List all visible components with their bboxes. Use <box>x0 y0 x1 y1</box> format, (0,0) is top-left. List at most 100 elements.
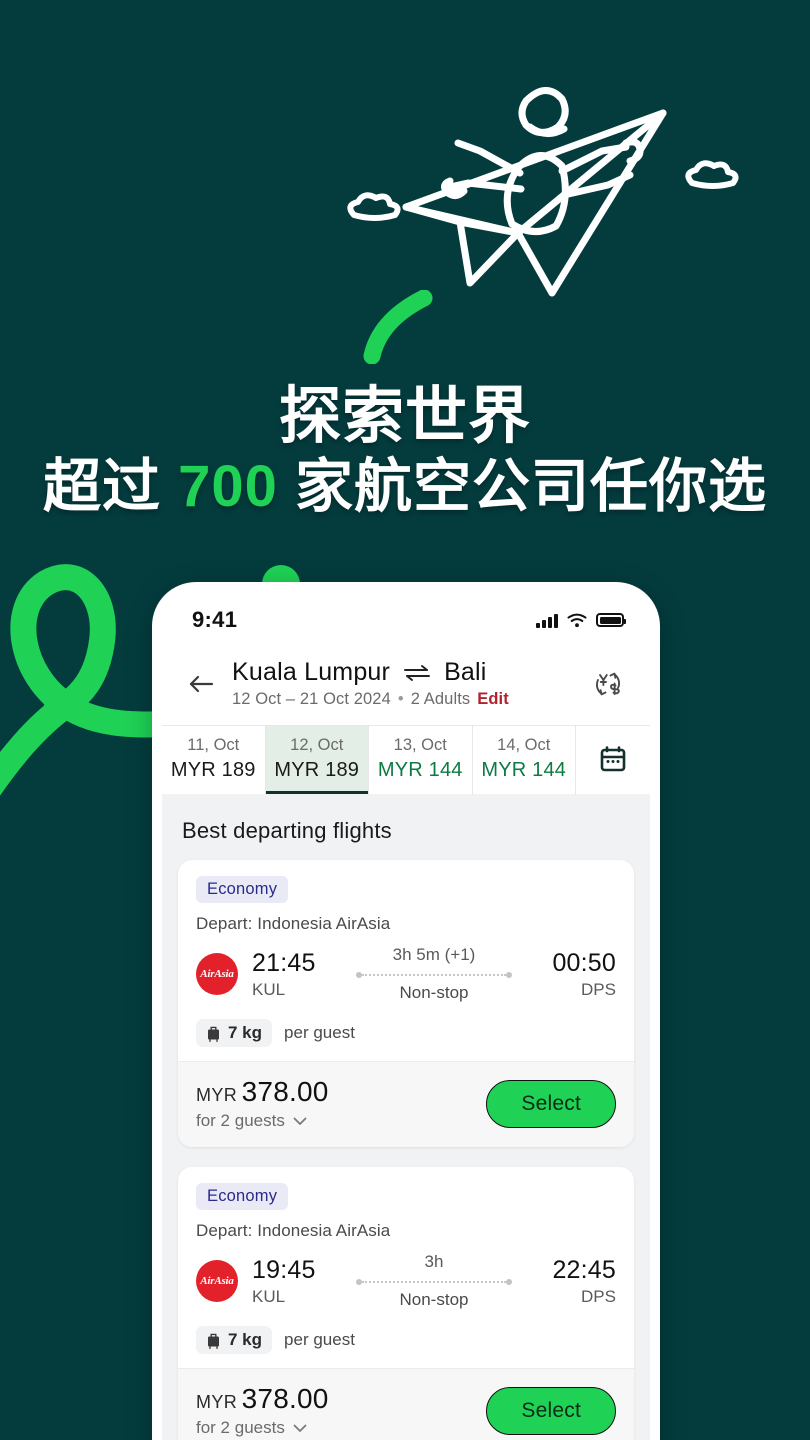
flight-card[interactable]: Economy Depart: Indonesia AirAsia AirAsi… <box>178 1167 634 1440</box>
price-currency: MYR <box>196 1085 238 1105</box>
price-note-row[interactable]: for 2 guests <box>196 1418 329 1438</box>
date-cell-2[interactable]: 13, Oct MYR 144 <box>369 726 473 794</box>
arrival-airport-code: DPS <box>581 979 616 999</box>
airasia-logo: AirAsia <box>196 953 238 995</box>
swap-arrows-icon[interactable] <box>403 664 431 682</box>
paper-plane-illustration <box>347 87 739 297</box>
baggage-chip: 7 kg <box>196 1326 273 1354</box>
cellular-signal-icon <box>536 613 558 628</box>
arrival-time: 00:50 <box>552 948 616 977</box>
section-title: Best departing flights <box>182 818 392 843</box>
wifi-icon <box>567 613 587 627</box>
flight-card-footer: MYR 378.00 for 2 guests Select <box>178 1061 634 1147</box>
cabin-class-badge: Economy <box>196 1183 289 1210</box>
track-line <box>362 974 506 976</box>
date-cell-day: 13, Oct <box>393 736 447 754</box>
headline-prefix: 超过 <box>42 454 179 520</box>
date-cell-price: MYR 189 <box>170 759 256 781</box>
luggage-icon <box>208 1026 219 1042</box>
route-separator: • <box>397 690 404 708</box>
departure-airport-code: KUL <box>252 979 286 999</box>
status-bar: 9:41 <box>162 592 650 648</box>
departure-airport-code: KUL <box>252 1286 286 1306</box>
date-cell-day: 11, Oct <box>187 736 240 754</box>
track-line <box>362 1281 506 1283</box>
route-origin: Kuala Lumpur <box>232 658 391 686</box>
departure-time: 21:45 <box>252 948 316 977</box>
price-note: for 2 guests <box>196 1111 285 1130</box>
currency-exchange-icon[interactable] <box>588 664 628 704</box>
departure-time: 19:45 <box>252 1255 316 1284</box>
phone-mockup: 9:41 Kuala Lumpur Bali 12 Oct – 21 Oct 2… <box>152 582 660 1440</box>
edit-search-link[interactable]: Edit <box>477 690 509 709</box>
phone-screen: 9:41 Kuala Lumpur Bali 12 Oct – 21 Oct 2… <box>162 592 650 1440</box>
route-summary: Kuala Lumpur Bali 12 Oct – 21 Oct 2024 • <box>232 658 574 709</box>
chevron-down-icon <box>293 1117 307 1125</box>
calendar-icon <box>600 746 626 772</box>
itinerary-row: AirAsia 19:45 KUL 3h Non-stop 22:45 DPS <box>196 1252 616 1310</box>
itinerary-row: AirAsia 21:45 KUL 3h 5m (+1) Non-stop 00… <box>196 945 616 1003</box>
results-list: Best departing flights Economy Depart: I… <box>162 794 650 1440</box>
price-line: MYR 378.00 <box>196 1383 329 1415</box>
departure-block: 19:45 KUL <box>252 1256 336 1307</box>
select-flight-button[interactable]: Select <box>486 1386 616 1435</box>
track-end-dot <box>506 972 512 978</box>
flight-duration: 3h 5m (+1) <box>392 945 476 964</box>
chevron-down-icon <box>293 1424 307 1432</box>
baggage-chip: 7 kg <box>196 1019 273 1047</box>
airasia-logo: AirAsia <box>196 1260 238 1302</box>
baggage-weight: 7 kg <box>228 1330 263 1349</box>
route-passengers: 2 Adults <box>410 690 471 708</box>
baggage-row: 7 kg per guest <box>196 1326 616 1354</box>
select-flight-button[interactable]: Select <box>486 1079 616 1128</box>
date-cell-day: 12, Oct <box>290 736 344 754</box>
flight-card-footer: MYR 378.00 for 2 guests Select <box>178 1368 634 1440</box>
headline-line-2: 超过 700 家航空公司任你选 <box>0 454 810 520</box>
hero-headline: 探索世界 超过 700 家航空公司任你选 <box>0 382 810 520</box>
baggage-weight: 7 kg <box>228 1023 263 1042</box>
route-dates: 12 Oct – 21 Oct 2024 <box>232 690 391 708</box>
baggage-note: per guest <box>284 1023 355 1042</box>
route-track <box>356 1277 512 1287</box>
price-block: MYR 378.00 for 2 guests <box>196 1076 329 1131</box>
status-icons <box>536 613 626 628</box>
route-details: 12 Oct – 21 Oct 2024 • 2 Adults Edit <box>232 690 574 709</box>
route-track <box>356 970 512 980</box>
battery-full-icon <box>596 613 626 627</box>
flight-card[interactable]: Economy Depart: Indonesia AirAsia AirAsi… <box>178 860 634 1147</box>
headline-number: 700 <box>178 454 278 520</box>
baggage-note: per guest <box>284 1330 355 1349</box>
operating-airline: Depart: Indonesia AirAsia <box>196 914 391 933</box>
open-calendar-button[interactable] <box>576 726 650 794</box>
back-arrow-icon[interactable] <box>184 667 218 701</box>
price-amount: 378.00 <box>241 1076 329 1107</box>
date-cell-price: MYR 144 <box>377 759 463 781</box>
luggage-icon <box>208 1333 219 1349</box>
baggage-row: 7 kg per guest <box>196 1019 616 1047</box>
arrival-block: 00:50 DPS <box>532 949 616 1000</box>
date-cell-day: 14, Oct <box>497 736 551 754</box>
arrival-block: 22:45 DPS <box>532 1256 616 1307</box>
departure-block: 21:45 KUL <box>252 949 336 1000</box>
headline-suffix: 家航空公司任你选 <box>277 454 768 520</box>
arrival-time: 22:45 <box>552 1255 616 1284</box>
route-destination: Bali <box>444 658 487 686</box>
route-title: Kuala Lumpur Bali <box>232 658 574 687</box>
price-block: MYR 378.00 for 2 guests <box>196 1383 329 1438</box>
cabin-class-badge: Economy <box>196 876 289 903</box>
track-end-dot <box>506 1279 512 1285</box>
date-cell-3[interactable]: 14, Oct MYR 144 <box>473 726 576 794</box>
date-cell-1-selected[interactable]: 12, Oct MYR 189 <box>265 726 369 794</box>
price-note-row[interactable]: for 2 guests <box>196 1111 329 1131</box>
duration-block: 3h 5m (+1) Non-stop <box>350 945 518 1003</box>
date-price-strip: 11, Oct MYR 189 12, Oct MYR 189 13, Oct … <box>162 725 650 794</box>
duration-block: 3h Non-stop <box>350 1252 518 1310</box>
price-note: for 2 guests <box>196 1418 285 1437</box>
price-line: MYR 378.00 <box>196 1076 329 1108</box>
flight-card-body: Economy Depart: Indonesia AirAsia AirAsi… <box>178 860 634 1061</box>
flight-duration: 3h <box>424 1252 444 1271</box>
stops-label: Non-stop <box>399 983 469 1002</box>
date-cell-price: MYR 189 <box>274 759 360 781</box>
route-header: Kuala Lumpur Bali 12 Oct – 21 Oct 2024 • <box>162 648 650 725</box>
date-cell-0[interactable]: 11, Oct MYR 189 <box>162 726 266 794</box>
